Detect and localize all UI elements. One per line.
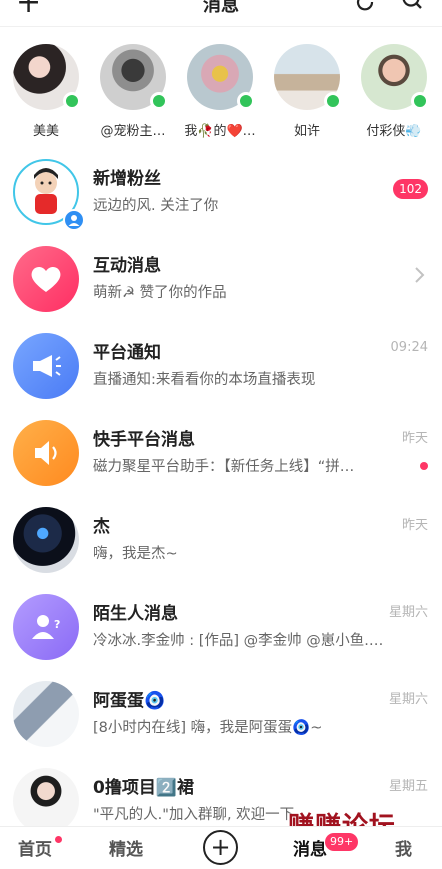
home-unread-dot <box>55 836 62 843</box>
conversation-preview: 冷冰冰.李金帅 : [作品] @李金帅 @崽小鱼.… <box>93 633 384 649</box>
conversation-jie[interactable]: 杰 嗨，我是杰~ 昨天 <box>0 498 442 585</box>
conversation-strangers[interactable]: ? 陌生人消息 冷冰冰.李金帅 : [作品] @李金帅 @崽小鱼.… 星期六 <box>0 585 442 672</box>
online-dot <box>150 92 168 110</box>
conversation-title: 杰 <box>93 517 110 537</box>
conversation-interactions[interactable]: 互动消息 萌新☭ 赞了你的作品 <box>0 237 442 324</box>
conversation-time: 星期六 <box>388 692 428 707</box>
speaker-icon <box>13 420 79 486</box>
heart-icon <box>13 246 79 312</box>
svg-text:?: ? <box>54 618 60 631</box>
conversation-preview: 直播通知:来看看你的本场直播表现 <box>93 372 316 388</box>
conversation-new-followers[interactable]: 新增粉丝 远边的风. 关注了你 102 <box>0 150 442 237</box>
online-dot <box>411 92 429 110</box>
conversation-preview: 嗨，我是杰~ <box>93 546 178 562</box>
person-badge-icon <box>63 209 85 231</box>
group-avatar <box>13 768 79 834</box>
conversation-title: 平台通知 <box>93 343 161 363</box>
search-icon[interactable] <box>401 0 423 14</box>
online-friends-strip: 美美 @宠粉主… 我🥀的❤️… 如许 付彩侠💨 <box>0 44 442 144</box>
chevron-right-icon <box>415 267 425 283</box>
story-item[interactable]: 美美 <box>3 44 89 139</box>
conversation-time: 09:24 <box>390 340 428 355</box>
conversation-time: 星期五 <box>388 779 428 794</box>
story-name: 美美 <box>32 124 59 139</box>
messages-badge: 99+ <box>325 833 359 851</box>
conversation-time: 昨天 <box>401 431 428 446</box>
bottom-tab-bar: 首页 精选 + 消息 99+ 我 <box>0 826 442 869</box>
user-avatar <box>13 681 79 747</box>
story-item[interactable]: @宠粉主… <box>90 44 176 139</box>
tab-messages[interactable]: 消息 <box>293 835 327 860</box>
conversation-preview: [8小时内在线] 嗨，我是阿蛋蛋🧿~ <box>93 720 323 736</box>
story-item[interactable]: 我🥀的❤️… <box>177 44 263 139</box>
story-name: 如许 <box>293 124 320 139</box>
story-item[interactable]: 如许 <box>264 44 350 139</box>
conversation-title: 互动消息 <box>93 256 161 276</box>
user-avatar <box>13 507 79 573</box>
new-follower-avatar <box>13 159 85 231</box>
conversation-title: 陌生人消息 <box>93 604 178 624</box>
header-divider <box>0 26 442 27</box>
online-dot <box>324 92 342 110</box>
conversation-title: 快手平台消息 <box>93 430 195 450</box>
conversation-preview: 远边的风. 关注了你 <box>93 198 219 214</box>
story-name: 我🥀的❤️… <box>184 124 256 139</box>
unread-dot <box>420 462 428 470</box>
conversation-time: 星期六 <box>388 605 428 620</box>
story-name: 付彩侠💨 <box>366 124 422 139</box>
conversation-platform-notice[interactable]: 平台通知 直播通知:来看看你的本场直播表现 09:24 <box>0 324 442 411</box>
stranger-icon: ? <box>13 594 79 660</box>
story-name: @宠粉主… <box>100 124 166 139</box>
online-dot <box>63 92 81 110</box>
conversation-preview: 萌新☭ 赞了你的作品 <box>93 285 227 301</box>
conversation-time: 昨天 <box>401 518 428 533</box>
conversation-adandan[interactable]: 阿蛋蛋🧿 [8小时内在线] 嗨，我是阿蛋蛋🧿~ 星期六 <box>0 672 442 759</box>
tab-me[interactable]: 我 <box>395 835 412 860</box>
online-dot <box>237 92 255 110</box>
megaphone-icon <box>13 333 79 399</box>
conversation-title: 0撸项目2️⃣裙 <box>93 778 194 798</box>
conversation-title: 新增粉丝 <box>93 169 161 189</box>
create-button[interactable]: + <box>203 830 238 865</box>
unread-badge: 102 <box>393 179 428 199</box>
story-item[interactable]: 付彩侠💨 <box>351 44 437 139</box>
tab-home[interactable]: 首页 <box>18 835 52 860</box>
refresh-icon[interactable] <box>354 0 376 14</box>
conversation-preview: 磁力聚星平台助手：【新任务上线】“拼… <box>93 459 355 475</box>
conversation-kuaishou-platform[interactable]: 快手平台消息 磁力聚星平台助手：【新任务上线】“拼… 昨天 <box>0 411 442 498</box>
tab-featured[interactable]: 精选 <box>109 835 143 860</box>
top-bar: + 消息 <box>0 0 442 26</box>
conversation-title: 阿蛋蛋🧿 <box>93 691 166 711</box>
